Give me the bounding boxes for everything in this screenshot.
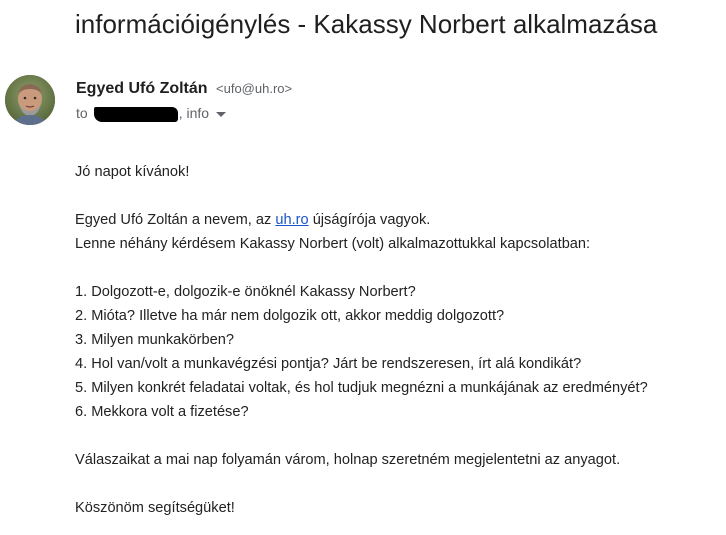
question-1: 1. Dolgozott-e, dolgozik-e önöknél Kakas…: [75, 284, 416, 300]
intro-before-link: Egyed Ufó Zoltán a nevem, az: [75, 212, 276, 228]
recipients-prefix: to: [76, 105, 88, 121]
redacted-recipient: [93, 106, 178, 122]
email-body: Jó napot kívánok! Egyed Ufó Zoltán a nev…: [75, 160, 723, 520]
chevron-down-icon[interactable]: [216, 111, 227, 117]
question-5: 5. Milyen konkrét feladatai voltak, és h…: [75, 380, 648, 396]
question-4: 4. Hol van/volt a munkavégzési pontja? J…: [75, 356, 582, 372]
question-6: 6. Mekkora volt a fizetése?: [75, 404, 249, 420]
intro-after-link: újságírója vagyok.: [308, 212, 431, 228]
sender-name[interactable]: Egyed Ufó Zoltán: [76, 80, 208, 97]
greeting: Jó napot kívánok!: [75, 164, 190, 180]
email-subject: információigénylés - Kakassy Norbert alk…: [75, 9, 658, 39]
sender-line: Egyed Ufó Zoltán <ufo@uh.ro>: [76, 79, 292, 99]
recipients-line[interactable]: to , info: [76, 104, 227, 122]
sender-avatar[interactable]: [5, 75, 55, 125]
uh-ro-link[interactable]: uh.ro: [275, 212, 308, 228]
thanks-line: Köszönöm segítségüket!: [75, 500, 235, 516]
request-line: Lenne néhány kérdésem Kakassy Norbert (v…: [75, 236, 591, 252]
sender-email[interactable]: <ufo@uh.ro>: [216, 81, 292, 96]
recipients-suffix: , info: [178, 105, 210, 121]
closing-request: Válaszaikat a mai nap folyamán várom, ho…: [75, 452, 621, 468]
avatar-photo-icon: [5, 75, 55, 125]
question-3: 3. Milyen munkakörben?: [75, 332, 234, 348]
intro-line: Egyed Ufó Zoltán a nevem, az uh.ro újság…: [75, 208, 723, 232]
question-2: 2. Mióta? Illetve ha már nem dolgozik ot…: [75, 308, 505, 324]
